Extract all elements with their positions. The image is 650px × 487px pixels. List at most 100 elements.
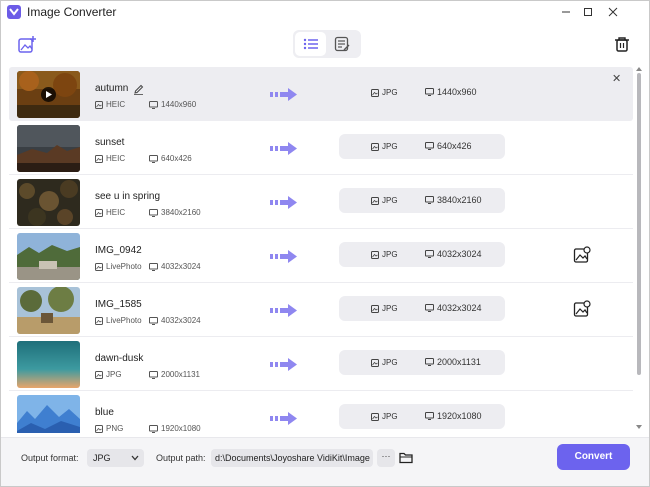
output-resolution: 4032x3024 xyxy=(425,303,482,313)
thumbnail-dawn-dusk xyxy=(17,341,80,388)
title-bar: Image Converter xyxy=(1,1,649,23)
scroll-thumb[interactable] xyxy=(637,73,641,375)
list-view-icon[interactable] xyxy=(295,32,326,56)
output-format-label: JPG xyxy=(382,250,398,259)
view-toggle xyxy=(293,30,361,58)
minimize-button[interactable] xyxy=(557,3,575,21)
add-image-icon[interactable] xyxy=(17,35,37,55)
file-list: autumn HEIC 1440x960 JPG 1440x960 ✕ suns… xyxy=(9,65,633,433)
resolution-label: 1440x960 xyxy=(161,100,197,109)
output-path-label: Output path: xyxy=(156,453,206,463)
output-resolution-label: 3840x2160 xyxy=(437,195,482,205)
output-settings[interactable]: JPG 4032x3024 xyxy=(339,242,505,267)
live-photo-icon[interactable] xyxy=(573,246,591,264)
output-resolution-label: 2000x1131 xyxy=(437,357,481,367)
toolbar xyxy=(1,23,649,65)
app-window: Image Converter autumn HEIC 1440x960 JPG… xyxy=(0,0,650,487)
output-settings[interactable]: JPG 640x426 xyxy=(339,134,505,159)
output-format-label: JPG xyxy=(382,304,398,313)
file-row[interactable]: IMG_1585 LivePhoto 4032x3024 JPG 4032x30… xyxy=(9,283,633,337)
output-resolution: 2000x1131 xyxy=(425,357,481,367)
play-icon[interactable] xyxy=(41,87,56,102)
format-label: HEIC xyxy=(106,100,126,109)
output-resolution: 1920x1080 xyxy=(425,411,482,421)
output-settings[interactable]: JPG 1920x1080 xyxy=(339,404,505,429)
open-folder-icon[interactable] xyxy=(399,451,413,464)
resolution-label: 640x426 xyxy=(161,154,192,163)
scroll-down-arrow-icon[interactable] xyxy=(636,425,642,429)
output-resolution: 640x426 xyxy=(425,141,472,151)
format-label: HEIC xyxy=(106,208,126,217)
thumbnail-img-1585 xyxy=(17,287,80,334)
file-row[interactable]: sunset HEIC 640x426 JPG 640x426 xyxy=(9,121,633,175)
source-resolution: 640x426 xyxy=(149,154,192,163)
convert-button[interactable]: Convert xyxy=(557,444,630,470)
file-row[interactable]: IMG_0942 LivePhoto 4032x3024 JPG 4032x30… xyxy=(9,229,633,283)
convert-arrow-icon xyxy=(270,412,298,425)
file-row[interactable]: see u in spring HEIC 3840x2160 JPG 3840x… xyxy=(9,175,633,229)
close-button[interactable] xyxy=(604,3,622,21)
output-path-field[interactable]: d:\Documents\Joyoshare VidiKit\Image xyxy=(211,449,373,467)
file-row[interactable]: blue PNG 1920x1080 JPG 1920x1080 xyxy=(9,391,633,433)
output-format: JPG xyxy=(371,358,398,367)
output-format-label: JPG xyxy=(382,142,398,151)
output-format-label: JPG xyxy=(382,88,398,97)
trash-icon[interactable] xyxy=(613,35,631,53)
source-format: HEIC xyxy=(95,154,125,163)
output-format-label: JPG xyxy=(382,358,398,367)
thumbnail-blue xyxy=(17,395,80,433)
thumbnail-sunset xyxy=(17,125,80,172)
file-name: blue xyxy=(95,407,114,418)
file-row[interactable]: dawn-dusk JPG 2000x1131 JPG 2000x1131 xyxy=(9,337,633,391)
output-settings[interactable]: JPG 3840x2160 xyxy=(339,188,505,213)
resolution-label: 4032x3024 xyxy=(161,262,201,271)
footer-bar: Output format: JPG Output path: d:\Docum… xyxy=(1,437,649,486)
output-resolution: 3840x2160 xyxy=(425,195,482,205)
resolution-label: 3840x2160 xyxy=(161,208,201,217)
output-resolution: 1440x960 xyxy=(425,87,477,97)
format-label: LivePhoto xyxy=(106,262,142,271)
resolution-label: 4032x3024 xyxy=(161,316,201,325)
maximize-button[interactable] xyxy=(579,3,597,21)
output-settings[interactable]: JPG 2000x1131 xyxy=(339,350,505,375)
source-format: HEIC xyxy=(95,100,125,109)
source-format: HEIC xyxy=(95,208,125,217)
source-format: JPG xyxy=(95,370,122,379)
output-format-label: Output format: xyxy=(21,453,79,463)
output-resolution-label: 640x426 xyxy=(437,141,472,151)
scroll-up-arrow-icon[interactable] xyxy=(636,67,642,71)
output-resolution-label: 4032x3024 xyxy=(437,249,482,259)
format-label: LivePhoto xyxy=(106,316,142,325)
chevron-down-icon xyxy=(131,453,139,463)
vertical-scrollbar[interactable] xyxy=(636,67,643,431)
remove-row-icon[interactable]: ✕ xyxy=(612,72,621,85)
convert-arrow-icon xyxy=(270,88,298,101)
source-resolution: 3840x2160 xyxy=(149,208,201,217)
rename-pencil-icon[interactable] xyxy=(133,82,144,95)
resolution-label: 1920x1080 xyxy=(161,424,201,433)
file-name: see u in spring xyxy=(95,191,161,202)
output-format: JPG xyxy=(371,88,398,97)
format-label: HEIC xyxy=(106,154,126,163)
output-settings[interactable]: JPG 4032x3024 xyxy=(339,296,505,321)
file-name: sunset xyxy=(95,137,125,148)
thumbnail-autumn xyxy=(17,71,80,118)
output-settings[interactable]: JPG 1440x960 xyxy=(339,80,505,105)
resolution-label: 2000x1131 xyxy=(161,370,200,379)
source-format: LivePhoto xyxy=(95,316,142,325)
file-row[interactable]: autumn HEIC 1440x960 JPG 1440x960 ✕ xyxy=(9,67,633,121)
output-resolution-label: 1440x960 xyxy=(437,87,477,97)
convert-arrow-icon xyxy=(270,196,298,209)
convert-arrow-icon xyxy=(270,142,298,155)
file-name: autumn xyxy=(95,83,129,94)
source-resolution: 2000x1131 xyxy=(149,370,200,379)
live-photo-icon[interactable] xyxy=(573,300,591,318)
output-format-select[interactable]: JPG xyxy=(87,449,144,467)
convert-arrow-icon xyxy=(270,304,298,317)
file-name: IMG_0942 xyxy=(95,245,142,256)
source-format: PNG xyxy=(95,424,123,433)
source-resolution: 1440x960 xyxy=(149,100,196,109)
detail-view-icon[interactable] xyxy=(326,32,357,56)
browse-more-button[interactable]: ··· xyxy=(377,449,395,467)
source-format: LivePhoto xyxy=(95,262,142,271)
